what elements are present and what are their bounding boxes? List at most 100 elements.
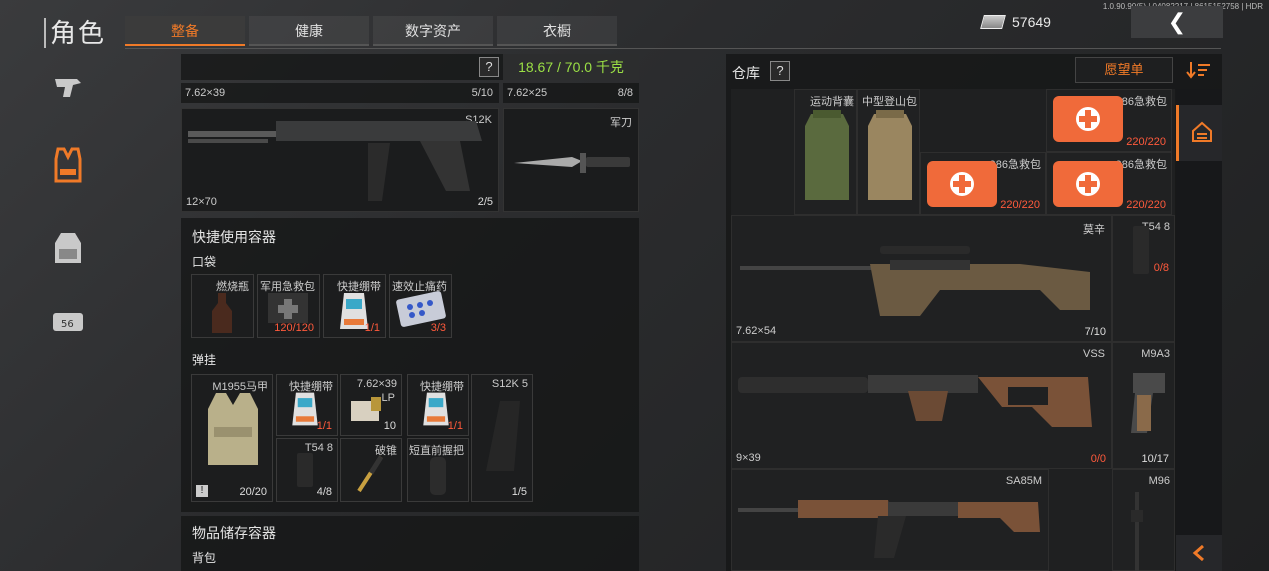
mosin-rifle-icon bbox=[740, 246, 1090, 316]
rig-item-slot[interactable]: 7.62×39 LP 10 bbox=[340, 374, 402, 436]
warehouse-item[interactable]: 莫辛 7.62×54 7/10 bbox=[731, 215, 1112, 342]
page-title: 角色 bbox=[44, 18, 106, 48]
backpack-label: 背包 bbox=[192, 551, 217, 565]
shotgun-icon bbox=[188, 121, 482, 201]
rig-slot[interactable]: M1955马甲 ! 20/20 bbox=[191, 374, 273, 502]
rig-item-slot[interactable]: S12K 5 1/5 bbox=[471, 374, 533, 502]
rig-item-slot[interactable]: 快捷绷带 1/1 bbox=[407, 374, 469, 436]
rig-count: 20/20 bbox=[239, 486, 267, 498]
pistol-icon bbox=[1131, 373, 1165, 433]
tab-loadout[interactable]: 整备 bbox=[125, 16, 245, 46]
item-name: 986急救包 bbox=[989, 159, 1041, 171]
warehouse-item[interactable]: 986急救包 220/220 bbox=[1046, 152, 1172, 215]
storage-container-title: 物品储存容器 bbox=[192, 525, 276, 541]
item-count: 220/220 bbox=[1000, 199, 1040, 211]
secondary-ammo-label: 7.62×25 bbox=[507, 87, 548, 99]
item-name: VSS bbox=[1082, 348, 1105, 360]
rig-item-count: 1/1 bbox=[316, 420, 332, 432]
warehouse-item[interactable]: 986急救包 220/220 bbox=[920, 152, 1046, 215]
rig-item-name: 7.62×39 bbox=[356, 378, 397, 390]
item-name: 986急救包 bbox=[1115, 159, 1167, 171]
warning-icon: ! bbox=[196, 485, 208, 497]
weight-value-box: 18.67 / 70.0 千克 bbox=[503, 54, 639, 80]
item-name: 莫辛 bbox=[1083, 224, 1105, 236]
sports-backpack-icon bbox=[805, 110, 849, 200]
rig-item-name: 短直前握把 bbox=[409, 445, 464, 457]
vest-category-icon[interactable] bbox=[50, 147, 86, 184]
home-icon bbox=[1192, 121, 1212, 142]
rig-item-name: S12K 5 bbox=[491, 378, 528, 390]
melee-slot[interactable]: 军刀 bbox=[503, 108, 639, 212]
pocket-slot-3[interactable]: 快捷绷带 1/1 bbox=[323, 274, 386, 338]
quick-use-title: 快捷使用容器 bbox=[192, 229, 276, 245]
warehouse-item[interactable]: VSS 9×39 0/0 bbox=[731, 342, 1112, 469]
warehouse-item[interactable]: 中型登山包 bbox=[857, 89, 920, 215]
warehouse-item[interactable]: T54 8 0/8 bbox=[1112, 215, 1175, 342]
weight-help-button[interactable]: ? bbox=[479, 57, 499, 77]
rig-item-count: 10 bbox=[383, 420, 396, 432]
rig-item-count: 4/8 bbox=[316, 486, 332, 498]
collapse-sidebar-button[interactable] bbox=[1176, 535, 1222, 571]
warehouse-item[interactable]: SA85M bbox=[731, 469, 1049, 571]
tab-wardrobe[interactable]: 衣橱 bbox=[497, 16, 617, 46]
ak-rifle-icon bbox=[738, 500, 1040, 558]
item-count: 10/17 bbox=[1141, 453, 1169, 465]
back-button[interactable]: ❮ bbox=[1131, 6, 1223, 38]
storage-container-panel: 物品储存容器 背包 bbox=[181, 516, 639, 571]
secondary-ammo-count: 8/8 bbox=[617, 87, 633, 99]
warehouse-home-button[interactable] bbox=[1176, 105, 1222, 161]
rig-item-slot[interactable]: T54 8 4/8 bbox=[276, 438, 338, 502]
item-count: 220/220 bbox=[1126, 199, 1166, 211]
medkit-icon bbox=[268, 293, 308, 323]
quick-use-panel: 快捷使用容器 口袋 燃烧瓶 军用急救包 120/120 快捷绷带 1/1 速效止… bbox=[181, 218, 639, 512]
pocket-item-count: 120/120 bbox=[274, 322, 314, 334]
warehouse-title: 仓库 bbox=[732, 65, 760, 81]
item-ammo: 7.62×54 bbox=[736, 325, 777, 337]
tab-health[interactable]: 健康 bbox=[249, 16, 369, 46]
money-display: 57649 bbox=[980, 14, 1051, 30]
warehouse-grid: 运动背囊 中型登山包 986急救包 220/220 986急救包 220/220… bbox=[731, 89, 1175, 571]
item-count: 0/0 bbox=[1090, 453, 1106, 465]
magazine-icon bbox=[1133, 226, 1149, 274]
hiking-backpack-icon bbox=[868, 110, 912, 200]
backpack-category-icon[interactable] bbox=[50, 230, 86, 266]
pocket-slot-1[interactable]: 燃烧瓶 bbox=[191, 274, 254, 338]
ammo-box-icon bbox=[351, 397, 381, 421]
rig-item-count: 1/5 bbox=[511, 486, 527, 498]
melee-name: 军刀 bbox=[610, 117, 632, 129]
sort-icon[interactable] bbox=[1186, 60, 1212, 80]
tab-digital-assets[interactable]: 数字资产 bbox=[373, 16, 493, 46]
warehouse-help-button[interactable]: ? bbox=[770, 61, 790, 81]
weight-value: 18.67 / 70.0 千克 bbox=[518, 59, 624, 75]
primary-weapon-slot[interactable]: S12K 12×70 2/5 bbox=[181, 108, 499, 212]
rig-item-slot[interactable]: 破锥 bbox=[340, 438, 402, 502]
warehouse-item[interactable]: 986急救包 220/220 bbox=[1046, 89, 1172, 152]
cash-icon bbox=[980, 15, 1006, 29]
rig-item-slot[interactable]: 短直前握把 bbox=[407, 438, 469, 502]
magazine-icon bbox=[297, 453, 313, 487]
warehouse-panel: 仓库 ? 愿望单 运动背囊 中型登山包 986急救包 220/220 986急救… bbox=[726, 54, 1222, 571]
primary-ammo-label: 7.62×39 bbox=[185, 87, 226, 99]
item-count: 7/10 bbox=[1084, 326, 1106, 338]
ammo-category-icon[interactable]: 56 bbox=[50, 304, 86, 340]
pocket-slot-4[interactable]: 速效止痛药 3/3 bbox=[389, 274, 452, 338]
item-name: 中型登山包 bbox=[862, 96, 917, 108]
warehouse-item[interactable]: M96 bbox=[1112, 469, 1175, 571]
warehouse-item[interactable]: M9A3 10/17 bbox=[1112, 342, 1175, 469]
screwdriver-icon bbox=[357, 455, 384, 493]
primary-ammo-count: 5/10 bbox=[471, 87, 493, 99]
rig-item-slot[interactable]: 快捷绷带 1/1 bbox=[276, 374, 338, 436]
vest-icon bbox=[208, 393, 258, 465]
weapon-ammo-count: 2/5 bbox=[477, 196, 493, 208]
pocket-item-count: 3/3 bbox=[430, 322, 446, 334]
m96-icon bbox=[1131, 492, 1143, 571]
wishlist-button[interactable]: 愿望单 bbox=[1075, 57, 1173, 83]
weapon-category-icon[interactable] bbox=[50, 70, 86, 106]
pocket-item-name: 军用急救包 bbox=[260, 281, 315, 293]
warehouse-item[interactable]: 运动背囊 bbox=[794, 89, 857, 215]
chevron-left-icon bbox=[1192, 545, 1204, 561]
money-amount: 57649 bbox=[1012, 14, 1051, 30]
knife-icon bbox=[514, 153, 630, 173]
item-name: SA85M bbox=[1005, 475, 1042, 487]
pocket-slot-2[interactable]: 军用急救包 120/120 bbox=[257, 274, 320, 338]
